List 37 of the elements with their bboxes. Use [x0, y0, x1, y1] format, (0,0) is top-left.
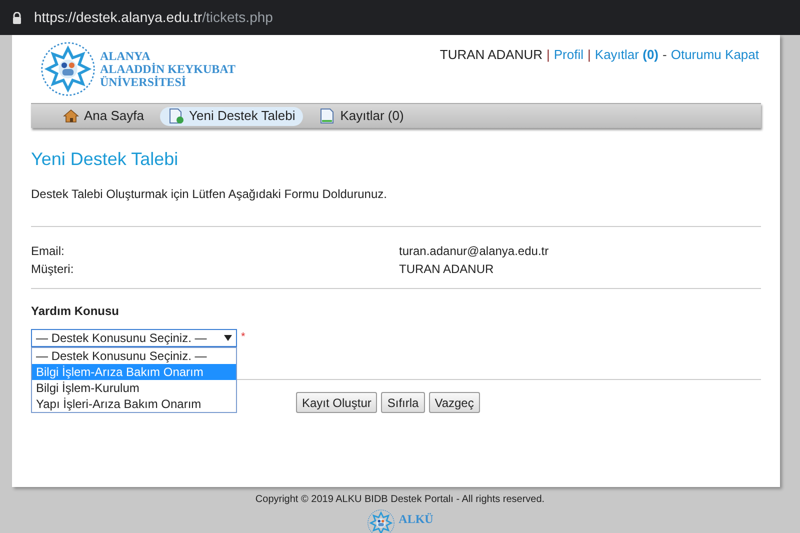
info-value: TURAN ADANUR	[399, 261, 494, 278]
footer-emblem-icon	[366, 509, 395, 533]
caret-icon	[224, 335, 232, 341]
dropdown-option[interactable]: Bilgi İşlem-Kurulum	[32, 380, 236, 396]
header-link[interactable]: Kayıtlar (0)	[594, 45, 658, 64]
university-emblem-icon	[40, 41, 96, 97]
new-document-icon	[168, 108, 184, 124]
lock-icon	[12, 12, 22, 24]
form-button[interactable]: Sıfırla	[381, 392, 425, 413]
address-bar[interactable]: https://destek.alanya.edu.tr/tickets.php	[12, 7, 273, 28]
nav-tab[interactable]: Ana Sayfa	[55, 106, 152, 126]
house-icon	[63, 108, 79, 124]
info-label: Email:	[31, 243, 66, 260]
topic-select[interactable]: — Destek Konusunu Seçiniz. —	[31, 329, 237, 347]
footer-logo-text: ALKÜ	[398, 511, 434, 525]
dropdown-option[interactable]: Yapı İşleri-Arıza Bakım Onarım	[32, 396, 236, 412]
form-button[interactable]: Kayıt Oluştur	[296, 392, 378, 413]
field-label: Yardım Konusu	[31, 303, 120, 320]
intro-text: Destek Talebi Oluşturmak için Lütfen Aşağıdaki Formu Doldurunuz.	[31, 186, 388, 203]
info-label: Müşteri:	[31, 261, 75, 278]
nav-tab[interactable]: Kayıtlar (0)	[311, 106, 412, 126]
required-mark: *	[241, 330, 246, 345]
university-name: ALANYA ALAADDİN KEYKUBAT ÜNİVERSİTESİ	[100, 50, 236, 88]
separator: |	[546, 46, 550, 64]
separator: |	[588, 46, 591, 64]
header-link[interactable]: Oturumu Kapat	[670, 45, 759, 64]
copyright-text: Copyright © 2019 ALKU BIDB Destek Portalı - All rights reserved.	[255, 493, 545, 507]
url-text: https://destek.alanya.edu.tr/tickets.php	[34, 8, 273, 27]
dropdown-option[interactable]: — Destek Konusunu Seçiniz. —	[32, 348, 236, 364]
header-link[interactable]: Profil	[554, 45, 584, 64]
user-name: TURAN ADANUR	[440, 46, 542, 64]
separator: -	[662, 46, 667, 64]
document-icon	[319, 108, 336, 124]
page-title: Yeni Destek Talebi	[31, 148, 180, 171]
info-value: turan.adanur@alanya.edu.tr	[399, 243, 549, 260]
nav-tab[interactable]: Yeni Destek Talebi	[160, 106, 304, 126]
form-button[interactable]: Vazgeç	[428, 392, 480, 413]
